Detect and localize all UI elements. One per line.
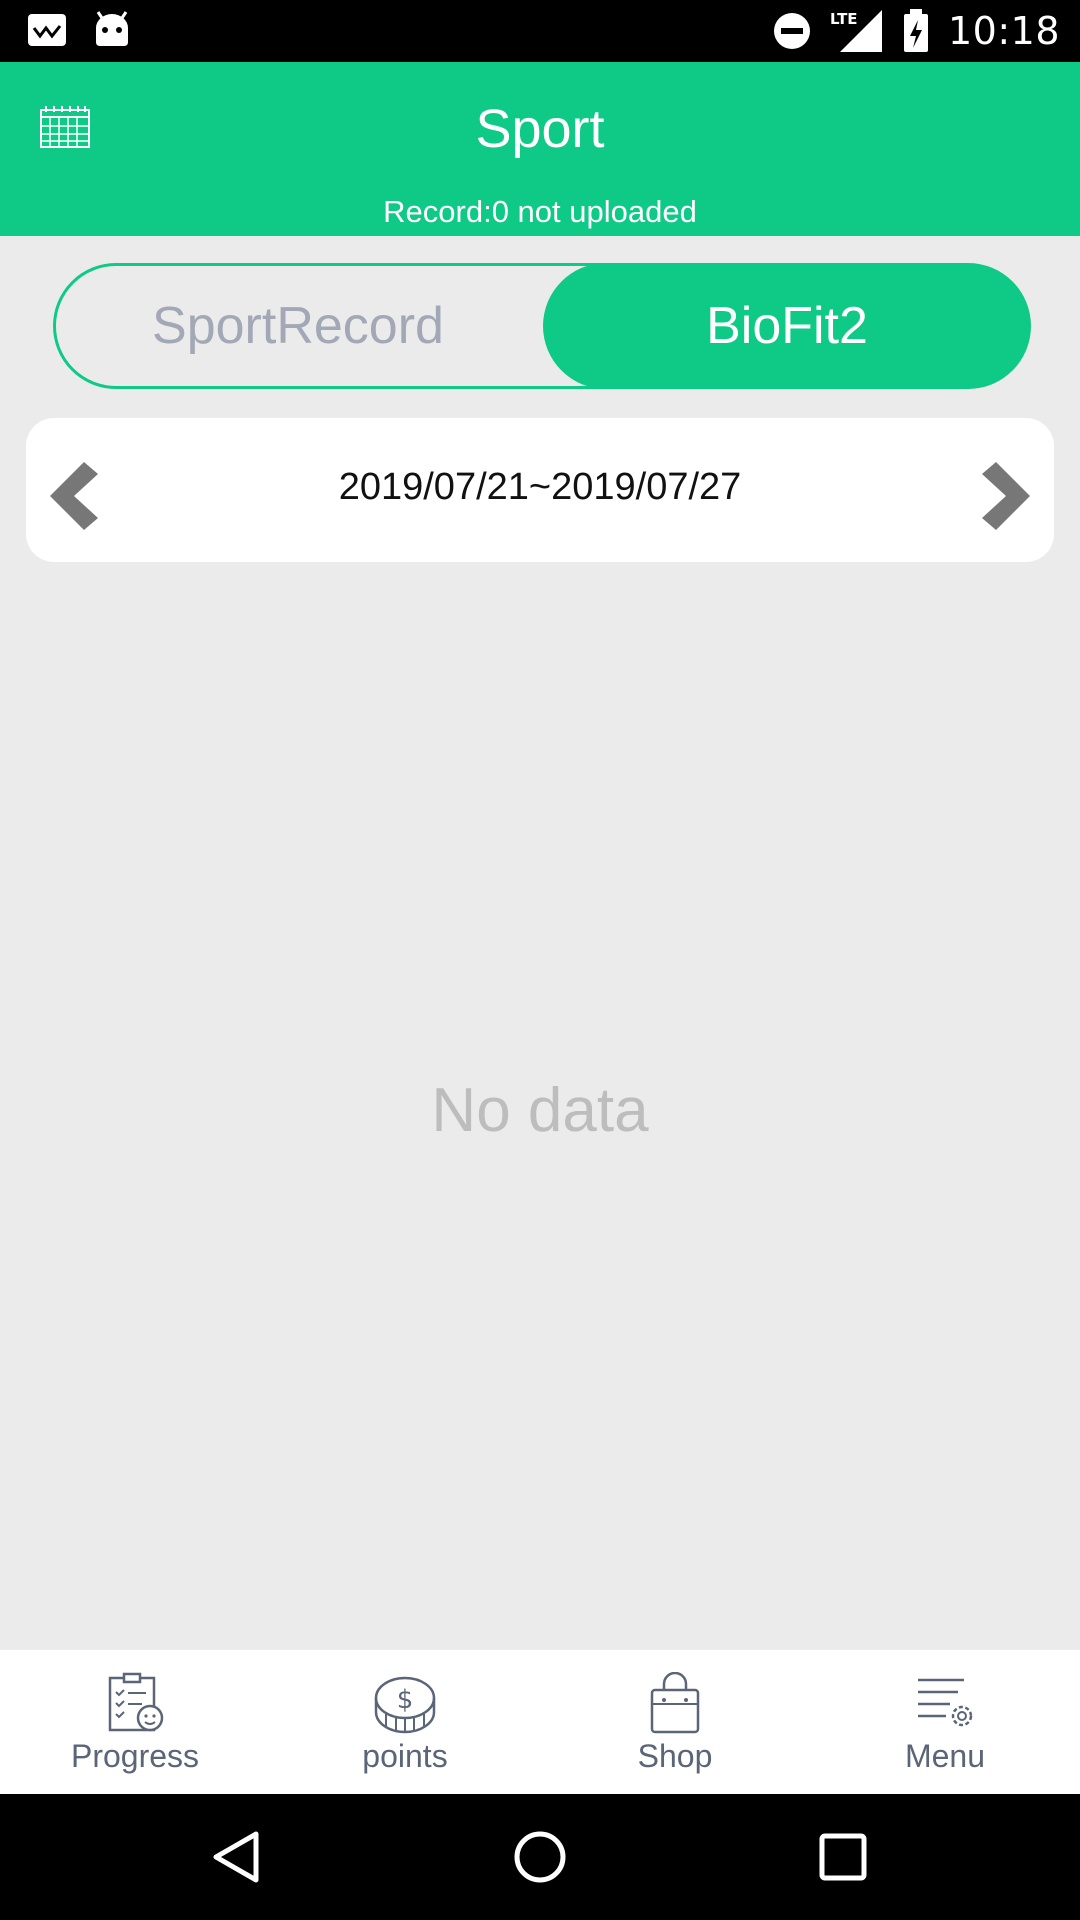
nav-label-menu: Menu <box>904 1738 986 1774</box>
menu-settings-icon <box>918 1678 973 1727</box>
status-time: 10:18 <box>947 9 1060 53</box>
battery-charging-icon <box>903 9 928 52</box>
tab-biofit2[interactable]: BioFit2 <box>543 263 1031 389</box>
back-icon[interactable] <box>202 1822 272 1892</box>
date-range-label: 2019/07/21~2019/07/27 <box>338 466 742 508</box>
coin-dollar-icon: $ <box>374 1676 436 1734</box>
date-range-selector: 2019/07/21~2019/07/27 <box>26 418 1054 562</box>
bottom-navigation: Progress $ points Shop Menu <box>0 1650 1080 1794</box>
wallet-notification-icon <box>28 14 66 46</box>
nav-item-menu[interactable]: Menu <box>810 1650 1080 1794</box>
nav-label-progress: Progress <box>70 1738 200 1774</box>
upload-status-text: Record:0 not uploaded <box>383 194 697 229</box>
next-week-button[interactable] <box>978 460 1034 532</box>
tab-sportrecord[interactable]: SportRecord <box>53 263 543 389</box>
do-not-disturb-icon <box>773 13 810 49</box>
page-title: Sport <box>475 99 605 159</box>
nav-item-points[interactable]: $ points <box>270 1650 540 1794</box>
record-type-toggle: SportRecord BioFit2 <box>53 263 1031 389</box>
home-icon[interactable] <box>505 1822 575 1892</box>
nav-item-progress[interactable]: Progress <box>0 1650 270 1794</box>
svg-text:$: $ <box>397 1685 414 1715</box>
network-type-label: LTE <box>830 10 858 28</box>
recents-icon[interactable] <box>808 1822 878 1892</box>
app-header: Sport Record:0 not uploaded <box>0 62 1080 236</box>
system-navigation-bar <box>0 1794 1080 1920</box>
nav-label-shop: Shop <box>637 1738 713 1774</box>
empty-state-message: No data <box>431 1076 649 1145</box>
clipboard-progress-icon <box>108 1672 164 1732</box>
shopping-bag-icon <box>650 1672 700 1734</box>
status-bar: LTE 10:18 <box>0 0 1080 62</box>
nav-label-points: points <box>362 1738 448 1774</box>
nav-item-shop[interactable]: Shop <box>540 1650 810 1794</box>
lte-signal-icon: LTE <box>830 10 882 52</box>
android-debug-icon <box>96 11 128 46</box>
